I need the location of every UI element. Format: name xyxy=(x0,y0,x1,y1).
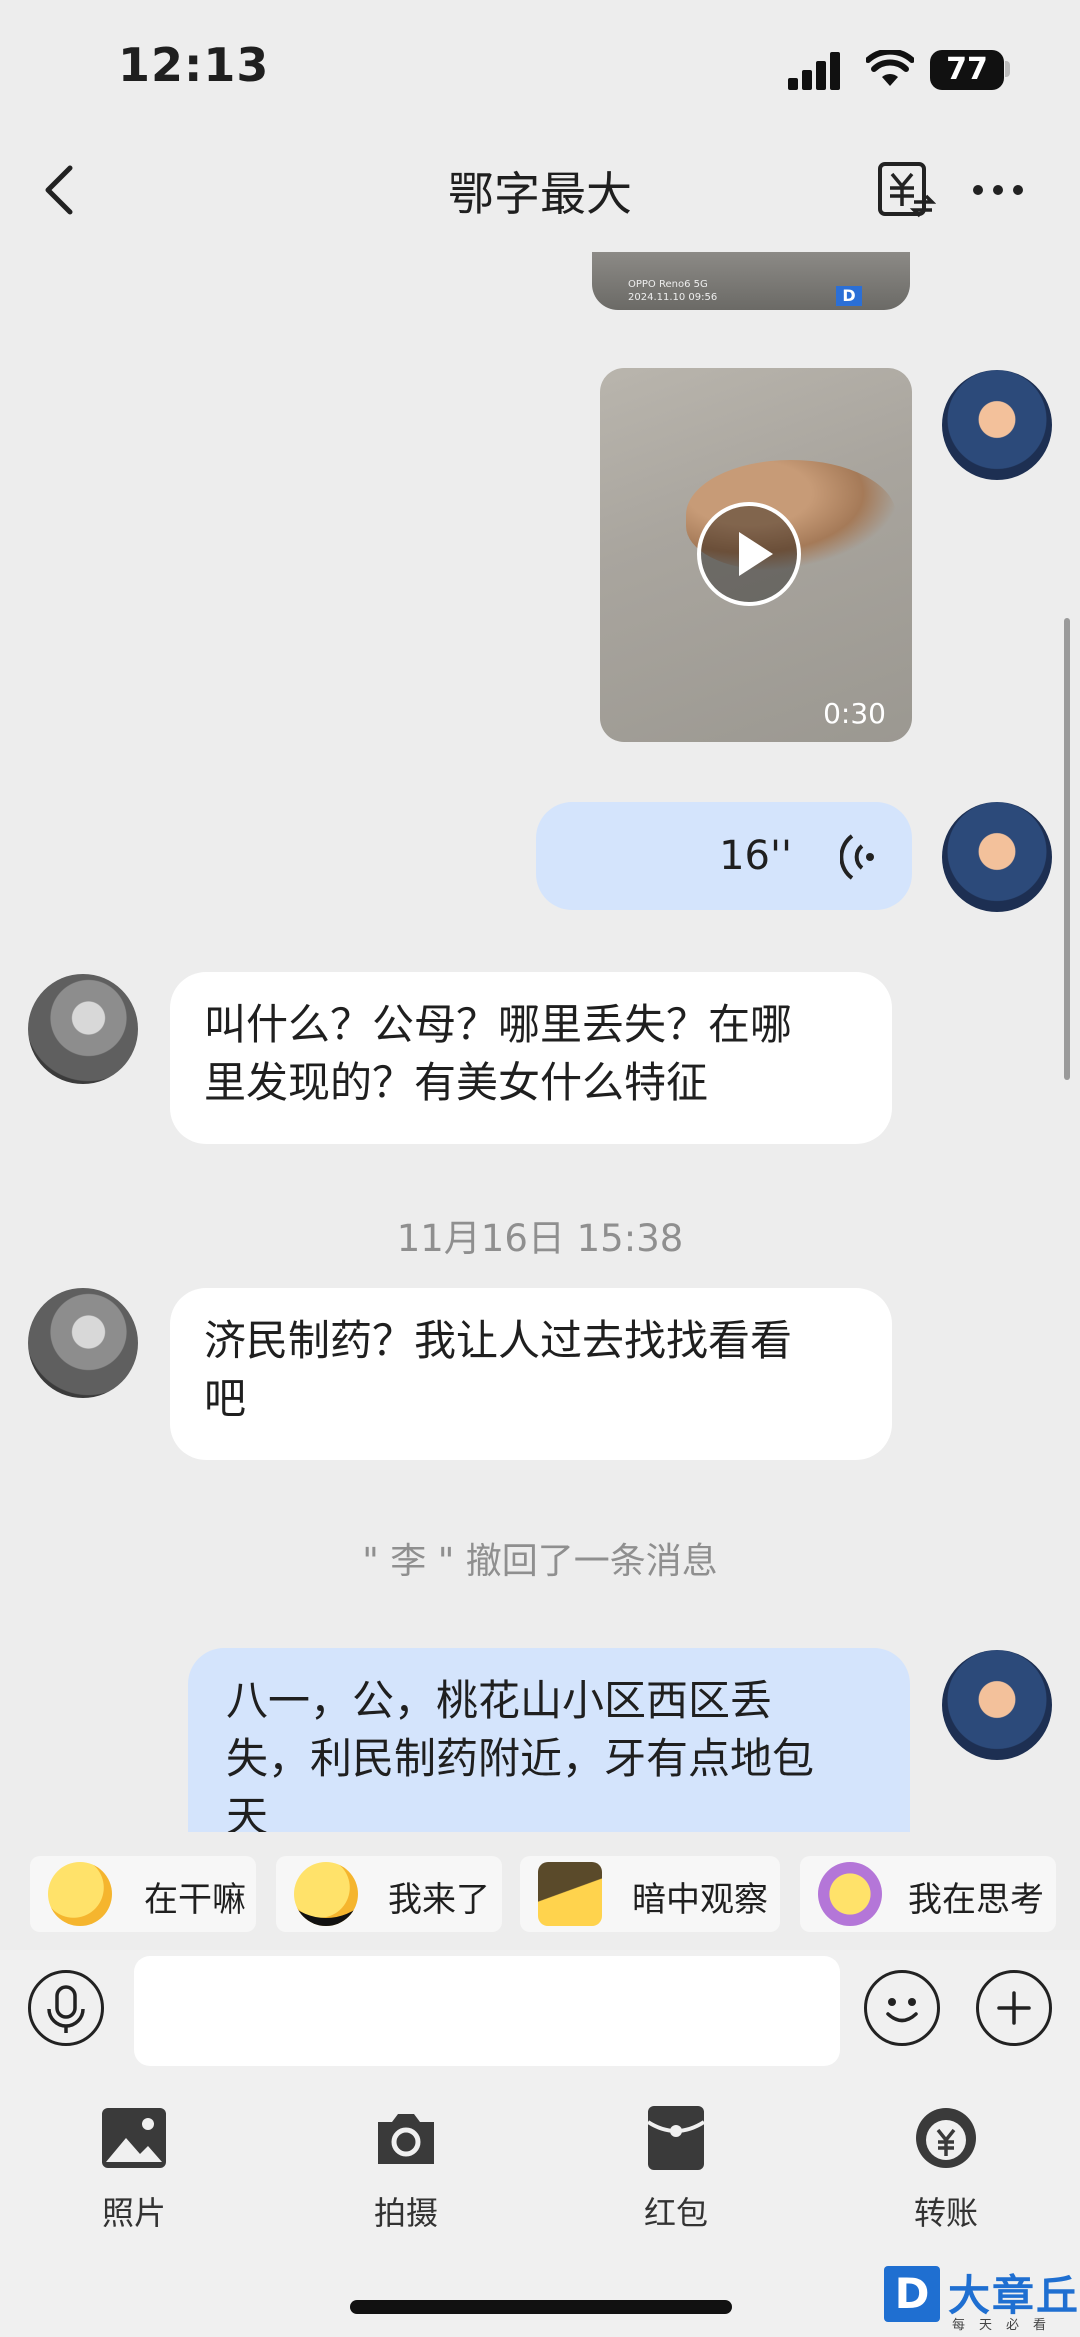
video-message[interactable]: 0:30 xyxy=(600,368,912,742)
microphone-icon xyxy=(47,1985,85,2033)
more-options-icon[interactable] xyxy=(970,180,1026,200)
message-text-line: 失，利民制药附近，牙有点地包 xyxy=(226,1734,815,1783)
wifi-icon xyxy=(866,50,914,86)
toolbar-photo-label: 照片 xyxy=(101,2194,166,2232)
video-caption-date: 2024.11.10 09:56 xyxy=(628,292,718,303)
contact-avatar[interactable] xyxy=(28,1288,138,1398)
smiley-icon xyxy=(886,1998,918,2023)
plus-icon xyxy=(997,1991,1031,2025)
emoji-suggestion-chip[interactable]: 暗中观察 xyxy=(520,1856,780,1932)
voice-wave-icon xyxy=(840,834,874,880)
peeking-face-icon xyxy=(538,1862,602,1926)
photo-icon xyxy=(102,2108,166,2168)
emoji-suggestion-label: 在干嘛 xyxy=(144,1880,246,1920)
contact-avatar[interactable] xyxy=(28,974,138,1084)
red-packet-icon xyxy=(646,2106,706,2170)
video-duration: 0:30 xyxy=(823,697,886,730)
message-input[interactable] xyxy=(134,1956,840,2066)
toolbar-camera-label: 拍摄 xyxy=(373,2194,438,2232)
my-avatar[interactable] xyxy=(942,1650,1052,1760)
message-text-line: 吧 xyxy=(204,1374,247,1423)
toolbar-red-packet[interactable]: 红包 xyxy=(596,2096,756,2236)
video-watermark-logo: D xyxy=(836,286,862,306)
video-watermark-caption: OPPO Reno6 5G 2024.11.10 09:56 xyxy=(628,278,717,304)
money-transfer-icon[interactable] xyxy=(876,160,936,220)
message-text-line: 济民制药？我让人过去找找看看 xyxy=(204,1316,793,1365)
status-time: 12:13 xyxy=(118,38,270,92)
scroll-indicator[interactable] xyxy=(1064,618,1070,1080)
transfer-yuan-icon xyxy=(916,2108,976,2168)
emoji-suggestion-label: 我来了 xyxy=(388,1880,490,1920)
emoji-suggestion-chip[interactable]: 我来了 xyxy=(276,1856,502,1932)
my-avatar[interactable] xyxy=(942,370,1052,480)
battery-tip xyxy=(1005,61,1010,77)
watermark-d-icon: D xyxy=(884,2266,940,2322)
chat-timestamp: 11月16日 15:38 xyxy=(396,1217,684,1260)
toolbar-red-packet-label: 红包 xyxy=(643,2194,708,2232)
sunglasses-face-icon xyxy=(294,1862,358,1926)
thinking-face-icon xyxy=(818,1862,882,1926)
back-arrow-icon[interactable] xyxy=(36,160,86,220)
emoji-suggestion-chip[interactable]: 在干嘛 xyxy=(30,1856,256,1932)
camera-icon xyxy=(378,2114,434,2164)
toolbar-photo[interactable]: 照片 xyxy=(54,2096,214,2236)
incoming-message-bubble[interactable]: 济民制药？我让人过去找找看看 吧 xyxy=(170,1288,892,1460)
chat-title: 鄂字最大 xyxy=(448,167,632,221)
my-avatar[interactable] xyxy=(942,802,1052,912)
video-message-partial[interactable]: OPPO Reno6 5G 2024.11.10 09:56 D xyxy=(592,252,910,310)
message-text-line: 叫什么？公母？哪里丢失？在哪 xyxy=(204,1000,793,1049)
message-text-line: 八一，公，桃花山小区西区丢 xyxy=(226,1676,773,1725)
toolbar-transfer-label: 转账 xyxy=(913,2194,978,2232)
surprised-face-icon xyxy=(48,1862,112,1926)
play-icon[interactable] xyxy=(697,502,801,606)
video-caption-device: OPPO Reno6 5G xyxy=(628,279,708,290)
toolbar-camera[interactable]: 拍摄 xyxy=(326,2096,486,2236)
cellular-signal-icon xyxy=(788,52,840,90)
recall-notice: " 李 " 撤回了一条消息 xyxy=(362,1541,718,1582)
message-text-line: 里发现的？有美女什么特征 xyxy=(204,1058,709,1107)
home-indicator[interactable] xyxy=(350,2300,732,2314)
emoji-suggestion-chip[interactable]: 我在思考 xyxy=(800,1856,1056,1932)
toolbar-transfer[interactable]: 转账 xyxy=(866,2096,1026,2236)
emoji-suggestion-label: 我在思考 xyxy=(908,1880,1044,1920)
more-functions-button[interactable] xyxy=(976,1970,1052,2046)
watermark-logo: D 大章丘 每天必看 xyxy=(884,2266,1080,2337)
emoji-button[interactable] xyxy=(864,1970,940,2046)
emoji-suggestion-label: 暗中观察 xyxy=(632,1880,768,1920)
incoming-message-bubble[interactable]: 叫什么？公母？哪里丢失？在哪 里发现的？有美女什么特征 xyxy=(170,972,892,1144)
watermark-subtitle: 每天必看 xyxy=(952,2318,1061,2333)
battery-indicator: 77 xyxy=(930,50,1004,90)
voice-duration: 16'' xyxy=(719,833,792,879)
voice-input-button[interactable] xyxy=(28,1970,104,2046)
